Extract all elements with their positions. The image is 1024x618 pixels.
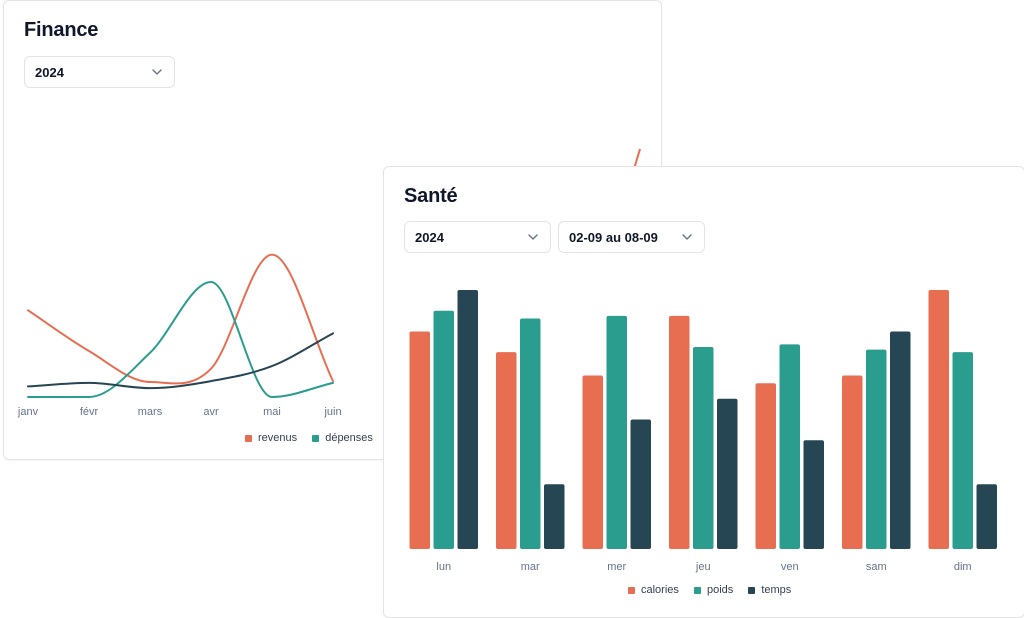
bar-temps-dim — [976, 484, 997, 549]
legend-swatch — [693, 586, 701, 594]
bar-poids-ven — [779, 344, 800, 549]
finance-x-tick-label: mars — [138, 406, 163, 418]
legend-label: calories — [641, 584, 679, 596]
legend-label: dépenses — [325, 432, 373, 444]
sante-x-tick-label: lun — [436, 561, 451, 573]
bar-calories-sam — [842, 375, 863, 549]
bar-poids-mar — [520, 318, 541, 549]
legend-label: temps — [761, 584, 792, 596]
legend-swatch — [748, 586, 756, 594]
legend-item-depenses: dépenses — [312, 432, 373, 444]
sante-x-tick-label: mar — [521, 561, 540, 573]
sante-x-tick-label: mer — [607, 561, 626, 573]
finance-x-tick-label: févr — [80, 406, 99, 418]
legend-swatch — [245, 434, 252, 442]
finance-line-revenus — [27, 253, 334, 385]
sante-x-tick-label: dim — [954, 561, 972, 573]
legend-item-poids: poids — [693, 584, 734, 596]
sante-x-tick-label: jeu — [695, 561, 711, 573]
finance-x-tick-label: juin — [323, 406, 341, 418]
bar-poids-jeu — [693, 346, 714, 549]
sante-x-tick-label: sam — [866, 561, 887, 573]
legend-item-calories: calories — [628, 584, 679, 596]
legend-item-temps: temps — [748, 584, 791, 596]
bar-calories-dim — [928, 290, 949, 549]
legend-swatch — [628, 586, 635, 594]
finance-x-tick-label: janv — [17, 406, 39, 418]
bar-calories-ven — [755, 383, 776, 549]
bar-calories-jeu — [669, 315, 690, 549]
bar-calories-mer — [582, 375, 603, 549]
bar-temps-sam — [890, 331, 911, 549]
bar-poids-mer — [606, 315, 627, 549]
finance-line-depenses — [27, 281, 334, 399]
sante-card: Santé 2024 02-09 au 08-09 lun mar mer jeu ve… — [383, 166, 1024, 618]
bar-temps-ven — [803, 440, 824, 549]
bar-temps-mer — [630, 419, 651, 549]
bar-calories-lun — [409, 331, 430, 549]
bar-calories-mar — [496, 352, 517, 549]
bar-temps-jeu — [717, 398, 738, 549]
legend-label: poids — [706, 584, 734, 596]
legend-swatch — [312, 434, 320, 442]
bar-poids-lun — [433, 310, 454, 549]
bar-poids-sam — [866, 349, 887, 549]
finance-legend: revenus dépenses — [245, 432, 385, 445]
sante-x-tick-label: ven — [781, 561, 799, 573]
legend-item-revenus: revenus — [245, 432, 297, 444]
sante-legend: calories poids temps — [628, 584, 803, 597]
bar-temps-lun — [457, 290, 478, 549]
bar-temps-mar — [544, 484, 565, 549]
bar-poids-dim — [952, 352, 973, 549]
sante-bar-chart: lun mar mer jeu ven sam dim — [409, 290, 997, 573]
finance-x-tick-label: mai — [263, 406, 281, 418]
legend-label: revenus — [258, 432, 298, 444]
finance-x-tick-label: avr — [203, 406, 219, 418]
